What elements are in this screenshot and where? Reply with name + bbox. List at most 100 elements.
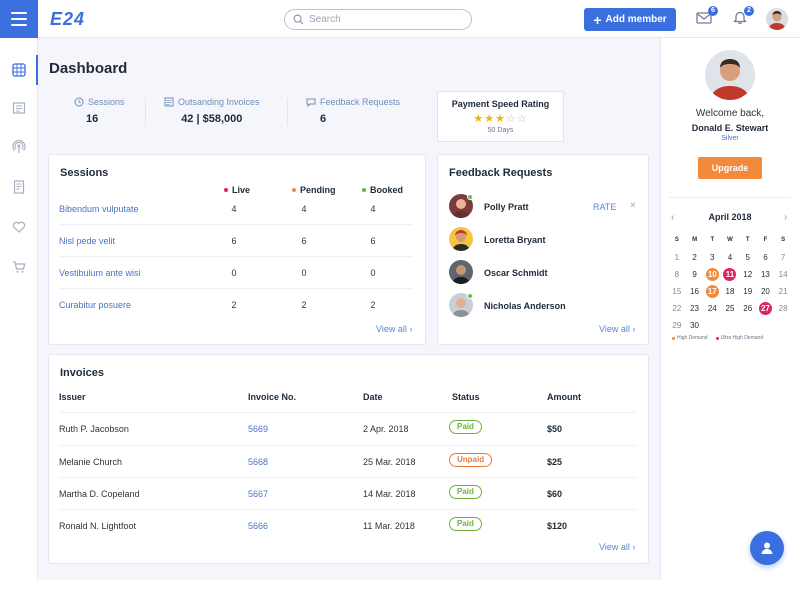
messages-button[interactable]: 6 <box>696 6 718 25</box>
session-name-link[interactable]: Curabitur posuere <box>59 300 131 310</box>
sessions-title: Sessions <box>60 167 109 179</box>
calendar-day[interactable]: 7 <box>774 251 792 264</box>
calendar-day[interactable]: 2 <box>686 251 704 264</box>
nav-broadcast[interactable] <box>0 132 38 162</box>
rating-title: Payment Speed Rating <box>451 99 550 109</box>
hamburger-menu-button[interactable] <box>0 0 38 38</box>
feedback-name: Loretta Bryant <box>484 235 546 245</box>
calendar-day[interactable]: 1 <box>668 251 686 264</box>
calendar-day[interactable]: 24 <box>703 302 721 315</box>
session-name-link[interactable]: Bibendum vulputate <box>59 204 139 214</box>
invoices-view-all-link[interactable]: View all › <box>599 542 635 552</box>
live-dot <box>224 188 228 192</box>
search-input[interactable] <box>309 14 459 25</box>
calendar-day[interactable]: 5 <box>739 251 757 264</box>
column-header-amount[interactable]: Amount <box>547 392 581 402</box>
calendar-day[interactable]: 14 <box>774 268 792 281</box>
calendar-day[interactable]: 20 <box>757 285 775 298</box>
close-icon[interactable]: × <box>630 200 636 211</box>
calendar-day[interactable]: 12 <box>739 268 757 281</box>
chat-support-button[interactable] <box>750 531 784 565</box>
weekday-label: T <box>710 237 715 243</box>
feedback-view-all-link[interactable]: View all › <box>599 324 635 334</box>
calendar-day[interactable]: 25 <box>721 302 739 315</box>
top-bar: E24 + Add member 6 2 <box>0 0 800 38</box>
calendar-day[interactable]: 28 <box>774 302 792 315</box>
session-pending: 2 <box>301 300 307 310</box>
stat-outstanding-invoices[interactable]: Outsanding Invoices 42 | $58,000 <box>164 97 260 125</box>
calendar-day[interactable]: 10 <box>705 268 719 281</box>
calendar-day[interactable]: 23 <box>686 302 704 315</box>
calendar-day[interactable]: 30 <box>686 319 704 332</box>
invoice-number-link[interactable]: 5668 <box>248 457 268 467</box>
calendar-day[interactable]: 16 <box>686 285 704 298</box>
search-box[interactable] <box>284 9 472 30</box>
session-booked: 6 <box>370 236 376 246</box>
table-row: Ruth P. Jacobson 5669 2 Apr. 2018 Paid $… <box>59 412 637 444</box>
feedback-icon <box>306 98 316 107</box>
calendar-day[interactable]: 3 <box>703 251 721 264</box>
session-name-link[interactable]: Nisl pede velit <box>59 236 115 246</box>
legend-ultra-high-demand: Ultra High Demand <box>715 335 763 341</box>
calendar-day[interactable]: 8 <box>668 268 686 281</box>
calendar-day[interactable]: 13 <box>757 268 775 281</box>
calendar-day[interactable]: 6 <box>757 251 775 264</box>
feedback-row: Polly Pratt RATE × <box>449 194 639 220</box>
calendar-day[interactable]: 11 <box>723 268 737 281</box>
invoice-number-link[interactable]: 5666 <box>248 521 268 531</box>
nav-documents[interactable] <box>0 93 38 123</box>
nav-favorites[interactable] <box>0 212 38 242</box>
user-avatar[interactable] <box>766 8 788 30</box>
calendar-day[interactable]: 19 <box>739 285 757 298</box>
star-icon: ★ <box>495 113 506 125</box>
add-member-button[interactable]: + Add member <box>584 8 676 31</box>
calendar-day[interactable]: 18 <box>721 285 739 298</box>
avatar[interactable] <box>449 260 473 284</box>
star-icon: ☆ <box>505 113 517 125</box>
calendar-day[interactable]: 22 <box>668 302 686 315</box>
feedback-name: Polly Pratt <box>484 202 529 212</box>
nav-dashboard[interactable] <box>0 55 38 85</box>
nav-cart[interactable] <box>0 252 38 282</box>
avatar[interactable] <box>449 227 473 251</box>
calendar-day[interactable]: 27 <box>758 302 772 315</box>
broadcast-icon <box>12 140 26 153</box>
invoice-number-link[interactable]: 5667 <box>248 489 268 499</box>
app-logo[interactable]: E24 <box>50 9 85 30</box>
calendar-day[interactable]: 21 <box>774 285 792 298</box>
sessions-view-all-link[interactable]: View all › <box>376 324 412 334</box>
cart-icon <box>13 261 26 273</box>
column-header-date[interactable]: Date <box>363 392 383 402</box>
calendar-day[interactable]: 29 <box>668 319 686 332</box>
invoice-number-link[interactable]: 5669 <box>248 424 268 434</box>
column-header-invoice-no[interactable]: Invoice No. <box>248 392 296 402</box>
status-badge: Paid <box>449 517 482 531</box>
stat-sessions[interactable]: Sessions 16 <box>74 97 125 125</box>
column-header-status[interactable]: Status <box>452 392 480 402</box>
upgrade-button[interactable]: Upgrade <box>698 157 762 179</box>
session-name-link[interactable]: Vestibulum ante wisi <box>59 268 141 278</box>
pending-dot <box>292 188 296 192</box>
notifications-button[interactable]: 2 <box>732 6 754 25</box>
divider <box>669 197 791 198</box>
column-header-issuer[interactable]: Issuer <box>59 392 86 402</box>
search-icon <box>293 14 304 25</box>
star-icon: ★ <box>484 113 496 125</box>
online-indicator <box>467 293 473 299</box>
calendar-next-button[interactable]: › <box>784 212 787 223</box>
star-icon: ★ <box>473 113 485 125</box>
feedback-title: Feedback Requests <box>449 167 553 179</box>
booked-dot <box>362 188 366 192</box>
calendar-day[interactable]: 9 <box>686 268 704 281</box>
invoice-date: 2 Apr. 2018 <box>363 424 409 434</box>
weekday-label: F <box>763 237 768 243</box>
calendar-day[interactable]: 4 <box>721 251 739 264</box>
rate-button[interactable]: RATE <box>593 202 616 212</box>
session-pending: 0 <box>301 268 307 278</box>
calendar-day[interactable]: 17 <box>705 285 719 298</box>
profile-avatar[interactable] <box>705 50 755 100</box>
stat-feedback-requests[interactable]: Feedback Requests 6 <box>306 97 400 125</box>
calendar-day[interactable]: 26 <box>739 302 757 315</box>
nav-reports[interactable] <box>0 172 38 202</box>
calendar-day[interactable]: 15 <box>668 285 686 298</box>
